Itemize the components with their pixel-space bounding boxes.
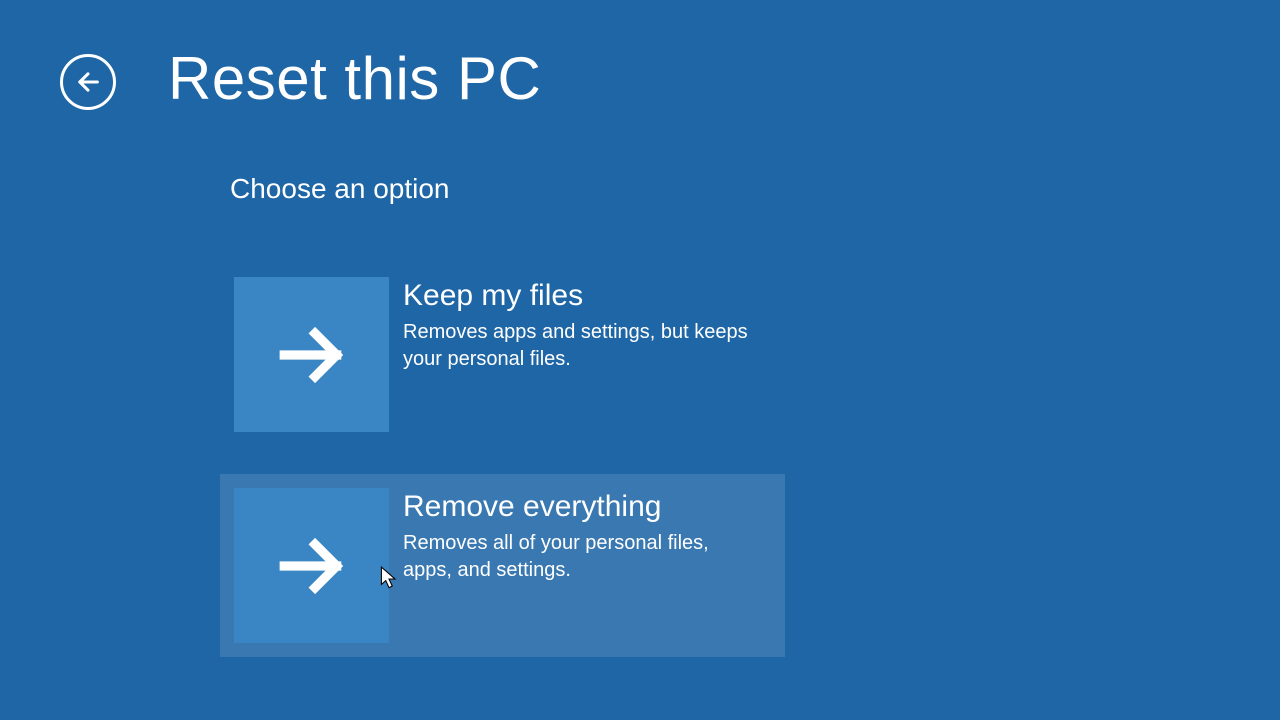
- header: Reset this PC: [60, 44, 1220, 113]
- option-title: Remove everything: [403, 490, 763, 524]
- back-arrow-icon: [74, 68, 102, 96]
- recovery-screen: Reset this PC Choose an option Keep my f…: [0, 0, 1280, 720]
- option-remove-everything[interactable]: Remove everything Removes all of your pe…: [220, 474, 785, 657]
- options-list: Keep my files Removes apps and settings,…: [220, 263, 785, 657]
- option-title: Keep my files: [403, 279, 763, 313]
- page-subtitle: Choose an option: [230, 173, 1220, 205]
- arrow-right-icon: [275, 529, 349, 603]
- option-keep-my-files[interactable]: Keep my files Removes apps and settings,…: [220, 263, 785, 446]
- back-button[interactable]: [60, 54, 116, 110]
- arrow-right-icon: [275, 318, 349, 392]
- option-description: Removes all of your personal files, apps…: [403, 530, 763, 584]
- option-text: Keep my files Removes apps and settings,…: [403, 277, 763, 432]
- option-description: Removes apps and settings, but keeps you…: [403, 319, 763, 373]
- option-text: Remove everything Removes all of your pe…: [403, 488, 763, 643]
- option-tile: [234, 277, 389, 432]
- option-tile: [234, 488, 389, 643]
- page-title: Reset this PC: [168, 44, 541, 113]
